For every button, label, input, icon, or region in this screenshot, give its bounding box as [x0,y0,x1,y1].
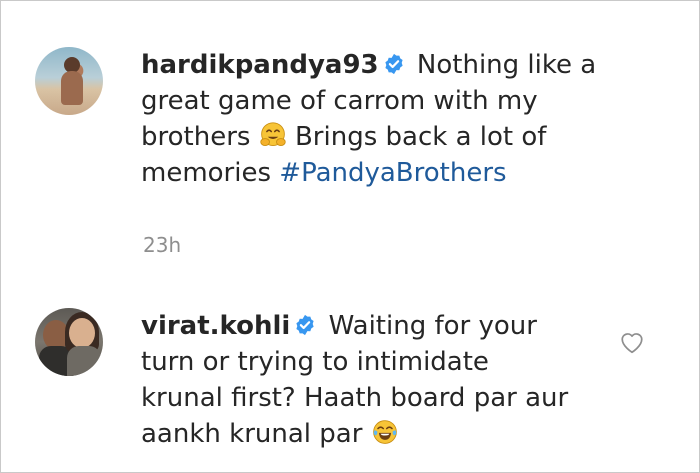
hashtag-link[interactable]: #PandyaBrothers [279,158,506,188]
hugging-face-emoji-icon [260,122,286,146]
comment-username[interactable]: hardikpandya93 [141,50,379,80]
avatar-figure-body [61,71,83,105]
tears-of-joy-emoji-icon [372,420,397,444]
heart-outline-icon[interactable] [619,330,645,354]
comment-virat-kohli: virat.kohli Waiting for your turn or try… [35,308,679,452]
comments-panel: hardikpandya93 Nothing like a great game… [0,0,700,473]
avatar-person-2-body [67,346,101,376]
comment-body: virat.kohli Waiting for your turn or try… [141,308,571,452]
avatar-person-2 [69,318,95,348]
comment-hardikpandya93: hardikpandya93 Nothing like a great game… [35,47,679,191]
comment-username[interactable]: virat.kohli [141,311,290,341]
comment-body: hardikpandya93 Nothing like a great game… [141,47,611,191]
avatar[interactable] [35,47,103,115]
comment-timestamp[interactable]: 23h [143,233,181,257]
verified-badge-icon [385,53,403,75]
verified-badge-icon [296,314,314,336]
avatar[interactable] [35,308,103,376]
